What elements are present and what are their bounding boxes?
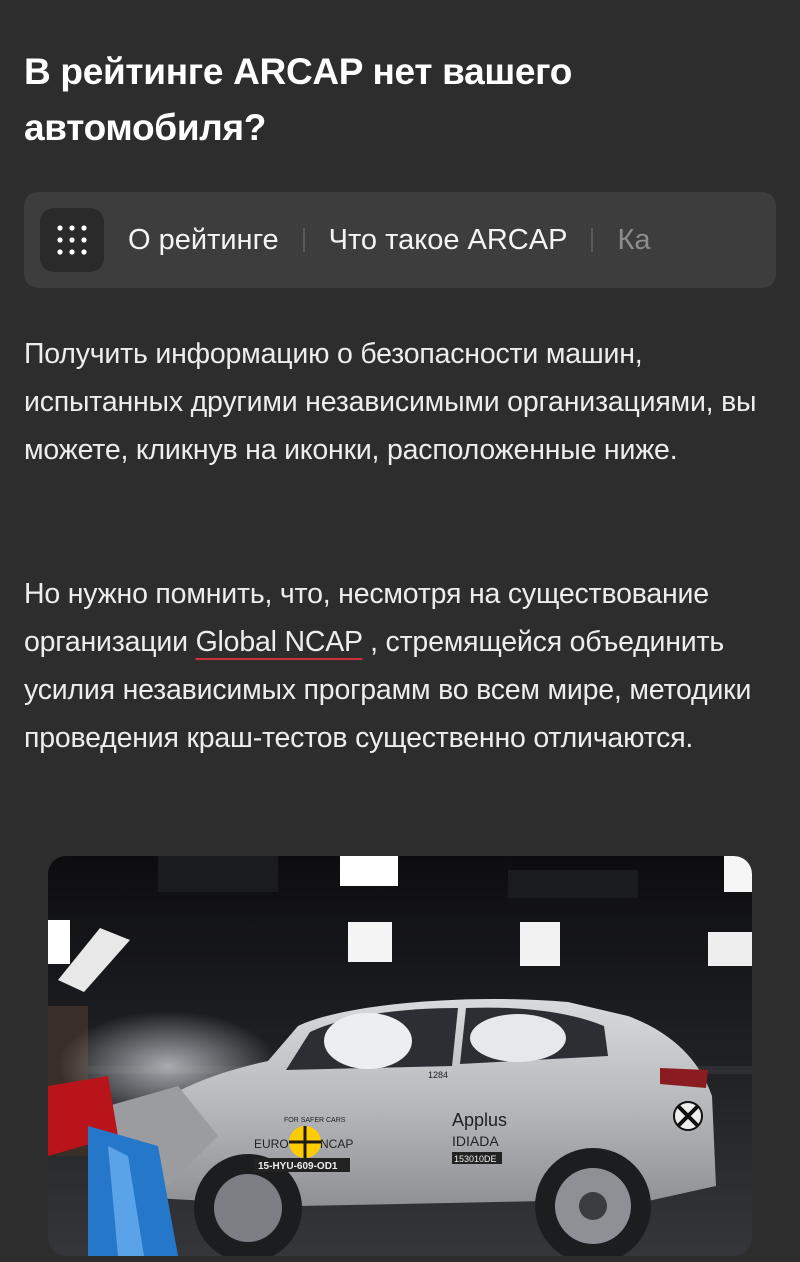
- global-ncap-link[interactable]: Global NCAP: [196, 626, 363, 658]
- applus-logo: Applus: [452, 1110, 507, 1130]
- plate-left: 15-HYU-609-OD1: [258, 1161, 338, 1172]
- card-corner: [0, 0, 22, 60]
- ncap-text: NCAP: [320, 1137, 353, 1151]
- euro-text: EURO: [254, 1137, 289, 1151]
- tab-list: О рейтинге Что такое ARCAP Ка: [128, 192, 776, 288]
- intro-paragraph: Получить информацию о безопасности машин…: [24, 338, 757, 466]
- door-number: 1284: [428, 1070, 448, 1080]
- page-title: В рейтинге ARCAP нет вашего автомобиля?: [24, 51, 573, 148]
- tab-about-rating[interactable]: О рейтинге: [128, 224, 303, 257]
- plate-right: 153010DE: [454, 1154, 497, 1164]
- for-safer-cars-text: FOR SAFER CARS: [284, 1117, 346, 1124]
- crash-test-photo: EURO NCAP FOR SAFER CARS 15-HYU-609-OD1 …: [48, 856, 752, 1256]
- menu-button[interactable]: [40, 208, 104, 272]
- idiada-logo: IDIADA: [452, 1133, 499, 1149]
- note-paragraph: Но нужно помнить, что, несмотря на сущес…: [24, 570, 776, 762]
- tab-what-is-arcap[interactable]: Что такое ARCAP: [305, 224, 592, 257]
- scroll-fade: [686, 192, 776, 288]
- tab-next[interactable]: Ка: [593, 224, 674, 257]
- grid-dots-icon: [57, 225, 87, 255]
- section-nav: О рейтинге Что такое ARCAP Ка: [24, 192, 776, 288]
